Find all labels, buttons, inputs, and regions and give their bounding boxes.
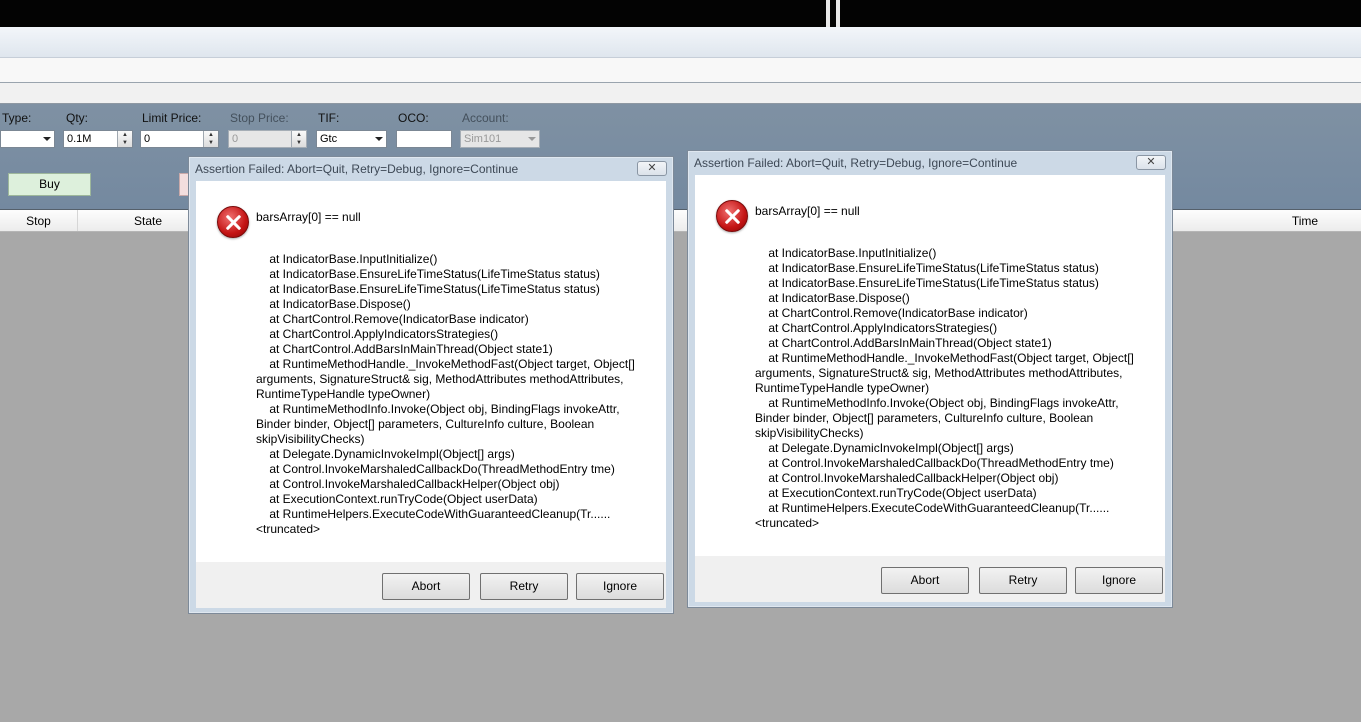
assertion-dialog: Assertion Failed: Abort=Quit, Retry=Debu…	[188, 156, 674, 614]
topbar-separator	[836, 0, 840, 27]
dialog-body: barsArray[0] == null at IndicatorBase.In…	[695, 175, 1165, 556]
stack-trace-line: <truncated>	[256, 522, 321, 536]
assertion-dialog: Assertion Failed: Abort=Quit, Retry=Debu…	[687, 150, 1173, 608]
topbar-separator	[826, 0, 830, 27]
oco-label: OCO:	[398, 111, 429, 125]
stack-trace-line: at IndicatorBase.EnsureLifeTimeStatus(Li…	[755, 276, 1099, 290]
column-header-time[interactable]: Time	[1250, 210, 1360, 231]
top-bar	[0, 0, 1361, 27]
account-label: Account:	[462, 111, 509, 125]
stack-trace-line: arguments, SignatureStruct& sig, MethodA…	[256, 372, 624, 386]
error-icon	[217, 206, 249, 238]
stack-trace-line: at RuntimeMethodInfo.Invoke(Object obj, …	[256, 402, 620, 416]
stack-trace-line: skipVisibilityChecks)	[256, 432, 365, 446]
order-type-select[interactable]	[0, 130, 55, 148]
stop-price-label: Stop Price:	[230, 111, 289, 125]
stop-price-stepper: 0 ▲ ▼	[228, 130, 307, 148]
stack-trace-line: at ChartControl.ApplyIndicatorsStrategie…	[755, 321, 998, 335]
stack-trace-line: at IndicatorBase.InputInitialize()	[755, 246, 937, 260]
sub-tab-strip	[0, 83, 1361, 104]
stack-trace-line: RuntimeTypeHandle typeOwner)	[755, 381, 930, 395]
chevron-down-icon	[43, 137, 51, 141]
chevron-down-icon	[528, 137, 536, 141]
toolbar	[0, 27, 1361, 58]
stack-trace-line: at ChartControl.AddBarsInMainThread(Obje…	[256, 342, 553, 356]
spin-arrows-icon: ▲ ▼	[291, 131, 306, 147]
qty-value: 0.1M	[67, 133, 92, 145]
stack-trace-line: at ChartControl.Remove(IndicatorBase ind…	[755, 306, 1028, 320]
stack-trace: at IndicatorBase.InputInitialize() at In…	[755, 246, 1135, 531]
qty-label: Qty:	[66, 111, 89, 125]
stack-trace-line: at Control.InvokeMarshaledCallbackDo(Thr…	[755, 456, 1114, 470]
stack-trace-line: skipVisibilityChecks)	[755, 426, 864, 440]
stack-trace-line: at RuntimeHelpers.ExecuteCodeWithGuarant…	[755, 501, 1110, 515]
stack-trace-line: at Control.InvokeMarshaledCallbackHelper…	[755, 471, 1059, 485]
stack-trace-line: at ChartControl.Remove(IndicatorBase ind…	[256, 312, 529, 326]
ignore-button[interactable]: Ignore	[576, 573, 664, 600]
chart-tab-strip	[0, 58, 1361, 83]
type-label: Type:	[2, 111, 32, 125]
error-icon	[716, 200, 748, 232]
stack-trace-line: at IndicatorBase.Dispose()	[256, 297, 411, 311]
stack-trace-line: at IndicatorBase.EnsureLifeTimeStatus(Li…	[755, 261, 1099, 275]
dialog-titlebar[interactable]: Assertion Failed: Abort=Quit, Retry=Debu…	[688, 151, 1172, 175]
tif-value: Gtc	[320, 133, 338, 145]
abort-button[interactable]: Abort	[382, 573, 470, 600]
stack-trace-line: at ChartControl.AddBarsInMainThread(Obje…	[755, 336, 1052, 350]
stack-trace: at IndicatorBase.InputInitialize() at In…	[256, 252, 636, 537]
stack-trace-line: at RuntimeMethodInfo.Invoke(Object obj, …	[755, 396, 1119, 410]
chevron-down-icon	[375, 137, 383, 141]
dialog-title: Assertion Failed: Abort=Quit, Retry=Debu…	[195, 162, 519, 176]
oco-input[interactable]	[396, 130, 452, 148]
limit-price-label: Limit Price:	[142, 111, 202, 125]
account-value: Sim101	[464, 133, 502, 145]
stack-trace-line: arguments, SignatureStruct& sig, MethodA…	[755, 366, 1123, 380]
spin-arrows-icon[interactable]: ▲ ▼	[117, 131, 132, 147]
stack-trace-line: Binder binder, Object[] parameters, Cult…	[256, 417, 595, 431]
stack-trace-line: at IndicatorBase.InputInitialize()	[256, 252, 438, 266]
stack-trace-line: RuntimeTypeHandle typeOwner)	[256, 387, 431, 401]
column-header-label: Stop	[26, 214, 51, 228]
stack-trace-line: at ChartControl.ApplyIndicatorsStrategie…	[256, 327, 499, 341]
assertion-message: barsArray[0] == null	[256, 210, 361, 224]
tif-select[interactable]: Gtc	[316, 130, 387, 148]
close-icon[interactable]: ✕	[637, 161, 667, 176]
stack-trace-line: at IndicatorBase.EnsureLifeTimeStatus(Li…	[256, 282, 600, 296]
column-header-label: State	[133, 214, 163, 228]
qty-stepper[interactable]: 0.1M ▲ ▼	[63, 130, 133, 148]
spin-arrows-icon[interactable]: ▲ ▼	[203, 131, 218, 147]
limit-price-value: 0	[144, 133, 151, 145]
retry-button[interactable]: Retry	[480, 573, 568, 600]
stack-trace-line: at IndicatorBase.EnsureLifeTimeStatus(Li…	[256, 267, 600, 281]
buy-button[interactable]: Buy	[8, 173, 91, 196]
tif-label: TIF:	[318, 111, 340, 125]
dialog-title: Assertion Failed: Abort=Quit, Retry=Debu…	[694, 156, 1018, 170]
dialog-body: barsArray[0] == null at IndicatorBase.In…	[196, 181, 666, 562]
stack-trace-line: at Control.InvokeMarshaledCallbackHelper…	[256, 477, 560, 491]
stack-trace-line: Binder binder, Object[] parameters, Cult…	[755, 411, 1094, 425]
limit-price-stepper[interactable]: 0 ▲ ▼	[140, 130, 219, 148]
abort-button[interactable]: Abort	[881, 567, 969, 594]
stack-trace-line: at IndicatorBase.Dispose()	[755, 291, 910, 305]
stack-trace-line: at RuntimeMethodHandle._InvokeMethodFast…	[256, 357, 635, 371]
assertion-message: barsArray[0] == null	[755, 204, 860, 218]
stack-trace-line: at Control.InvokeMarshaledCallbackDo(Thr…	[256, 462, 615, 476]
close-icon[interactable]: ✕	[1136, 155, 1166, 170]
account-select: Sim101	[460, 130, 540, 148]
column-header-label: Time	[1291, 214, 1319, 228]
stack-trace-line: <truncated>	[755, 516, 820, 530]
stop-price-value: 0	[232, 133, 239, 145]
column-header-stop[interactable]: Stop	[0, 210, 78, 231]
dialog-button-bar: Abort Retry Ignore	[196, 562, 666, 608]
stack-trace-line: at ExecutionContext.runTryCode(Object us…	[755, 486, 1037, 500]
stack-trace-line: at Delegate.DynamicInvokeImpl(Object[] a…	[256, 447, 515, 461]
ignore-button[interactable]: Ignore	[1075, 567, 1163, 594]
stack-trace-line: at RuntimeMethodHandle._InvokeMethodFast…	[755, 351, 1134, 365]
dialog-button-bar: Abort Retry Ignore	[695, 556, 1165, 602]
stack-trace-line: at ExecutionContext.runTryCode(Object us…	[256, 492, 538, 506]
retry-button[interactable]: Retry	[979, 567, 1067, 594]
stack-trace-line: at Delegate.DynamicInvokeImpl(Object[] a…	[755, 441, 1014, 455]
stack-trace-line: at RuntimeHelpers.ExecuteCodeWithGuarant…	[256, 507, 611, 521]
dialog-titlebar[interactable]: Assertion Failed: Abort=Quit, Retry=Debu…	[189, 157, 673, 181]
